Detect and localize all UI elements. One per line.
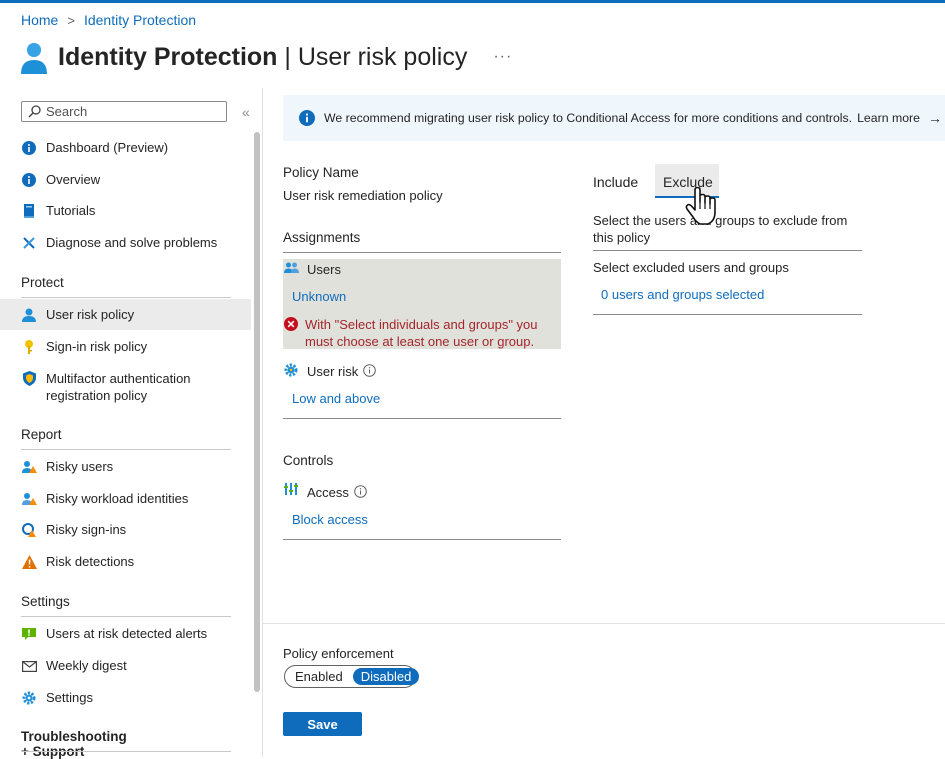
- arrow-right-icon[interactable]: →: [928, 110, 942, 126]
- risky-workload-icon: [21, 491, 37, 507]
- breadcrumb-current[interactable]: Identity Protection: [84, 12, 196, 28]
- sidebar-item-signin-risk-policy[interactable]: Sign-in risk policy: [21, 339, 251, 355]
- learn-more-link[interactable]: Learn more: [857, 111, 920, 125]
- sidebar-item-tutorials[interactable]: Tutorials: [21, 203, 251, 219]
- policy-enforcement-toggle[interactable]: Enabled Disabled: [284, 665, 420, 688]
- sidebar-item-mfa-registration-policy[interactable]: Multifactor authentication registration …: [21, 370, 221, 404]
- sidebar-item-overview[interactable]: Overview: [21, 172, 251, 188]
- section-protect: Protect: [21, 275, 64, 290]
- divider: [593, 314, 862, 315]
- page-header: Identity Protection | User risk policy ·…: [20, 38, 512, 76]
- sidebar-item-risky-users[interactable]: Risky users: [21, 459, 251, 475]
- sidebar-item-settings[interactable]: Settings: [21, 690, 251, 706]
- excluded-users-link[interactable]: 0 users and groups selected: [601, 287, 764, 302]
- chevron-right-icon: >: [67, 12, 75, 28]
- enforcement-disabled-option[interactable]: Disabled: [352, 668, 420, 685]
- user-risk-label: User risk: [307, 364, 359, 379]
- book-icon: [21, 203, 37, 219]
- user-icon: [21, 43, 47, 74]
- divider: [21, 751, 231, 752]
- controls-heading: Controls: [283, 453, 334, 468]
- users-icon: [284, 262, 299, 273]
- warning-icon: [21, 554, 37, 570]
- sidebar-item-weekly-digest[interactable]: Weekly digest: [21, 658, 251, 674]
- more-options-icon[interactable]: ···: [493, 48, 512, 66]
- assignments-heading: Assignments: [283, 230, 361, 245]
- search-icon: [28, 105, 41, 118]
- divider: [21, 297, 231, 298]
- sidebar-item-risky-workload[interactable]: Risky workload identities: [21, 491, 251, 507]
- mail-icon: [21, 658, 37, 674]
- access-controls-icon: [284, 483, 298, 495]
- divider: [21, 616, 231, 617]
- breadcrumb-home[interactable]: Home: [21, 12, 58, 28]
- sidebar-search[interactable]: [21, 101, 227, 122]
- users-value-link[interactable]: Unknown: [292, 289, 346, 304]
- footer-divider: [263, 623, 945, 624]
- key-icon: [21, 339, 37, 355]
- section-settings: Settings: [21, 594, 70, 609]
- divider: [283, 539, 561, 540]
- sidebar-scrollbar[interactable]: [254, 132, 260, 692]
- risky-signin-icon: [21, 522, 37, 538]
- info-icon: [21, 140, 37, 156]
- divider: [283, 418, 561, 419]
- users-label: Users: [307, 262, 341, 277]
- hand-cursor-icon: [685, 187, 716, 225]
- sidebar-item-risk-detections[interactable]: Risk detections: [21, 554, 251, 570]
- gear-icon: [284, 363, 298, 377]
- breadcrumb: Home > Identity Protection: [21, 12, 196, 28]
- sidebar-item-user-risk-policy[interactable]: User risk policy: [0, 299, 251, 330]
- alert-icon: [21, 626, 37, 642]
- page-title: Identity Protection | User risk policy: [58, 42, 468, 71]
- divider: [593, 250, 862, 251]
- enforcement-enabled-option[interactable]: Enabled: [287, 668, 351, 685]
- sidebar-item-diagnose[interactable]: Diagnose and solve problems: [21, 235, 251, 251]
- policy-name-value: User risk remediation policy: [283, 188, 443, 203]
- tab-include[interactable]: Include: [593, 174, 638, 190]
- risky-users-icon: [21, 459, 37, 475]
- divider: [283, 252, 561, 253]
- exclude-description: Select the users and groups to exclude f…: [593, 213, 848, 245]
- error-icon: [284, 317, 298, 331]
- sidebar-item-users-at-risk-alerts[interactable]: Users at risk detected alerts: [21, 626, 251, 642]
- users-error-message: With "Select individuals and groups" you…: [305, 317, 538, 349]
- section-support: Troubleshooting + Support: [21, 729, 127, 759]
- user-icon: [21, 307, 37, 323]
- panel-divider: [262, 88, 263, 757]
- select-excluded-label: Select excluded users and groups: [593, 260, 789, 275]
- access-value-link[interactable]: Block access: [292, 512, 368, 527]
- collapse-sidebar-icon[interactable]: «: [242, 104, 250, 120]
- access-label: Access: [307, 485, 349, 500]
- policy-enforcement-label: Policy enforcement: [283, 646, 394, 661]
- sidebar-item-risky-signins[interactable]: Risky sign-ins: [21, 522, 251, 538]
- shield-icon: [21, 370, 37, 386]
- gear-icon: [21, 690, 37, 706]
- info-tooltip-icon[interactable]: [354, 485, 367, 498]
- wrench-icon: [21, 235, 37, 251]
- policy-name-label: Policy Name: [283, 165, 359, 180]
- info-tooltip-icon[interactable]: [363, 364, 376, 377]
- search-input[interactable]: [46, 104, 206, 119]
- user-risk-value-link[interactable]: Low and above: [292, 391, 380, 406]
- info-icon: [299, 110, 315, 126]
- divider: [21, 449, 231, 450]
- top-accent-line: [0, 0, 945, 3]
- section-report: Report: [21, 427, 62, 442]
- save-button[interactable]: Save: [283, 712, 362, 736]
- info-icon: [21, 172, 37, 188]
- banner-text: We recommend migrating user risk policy …: [324, 111, 853, 125]
- info-banner: We recommend migrating user risk policy …: [283, 95, 945, 141]
- sidebar-item-dashboard[interactable]: Dashboard (Preview): [21, 140, 251, 156]
